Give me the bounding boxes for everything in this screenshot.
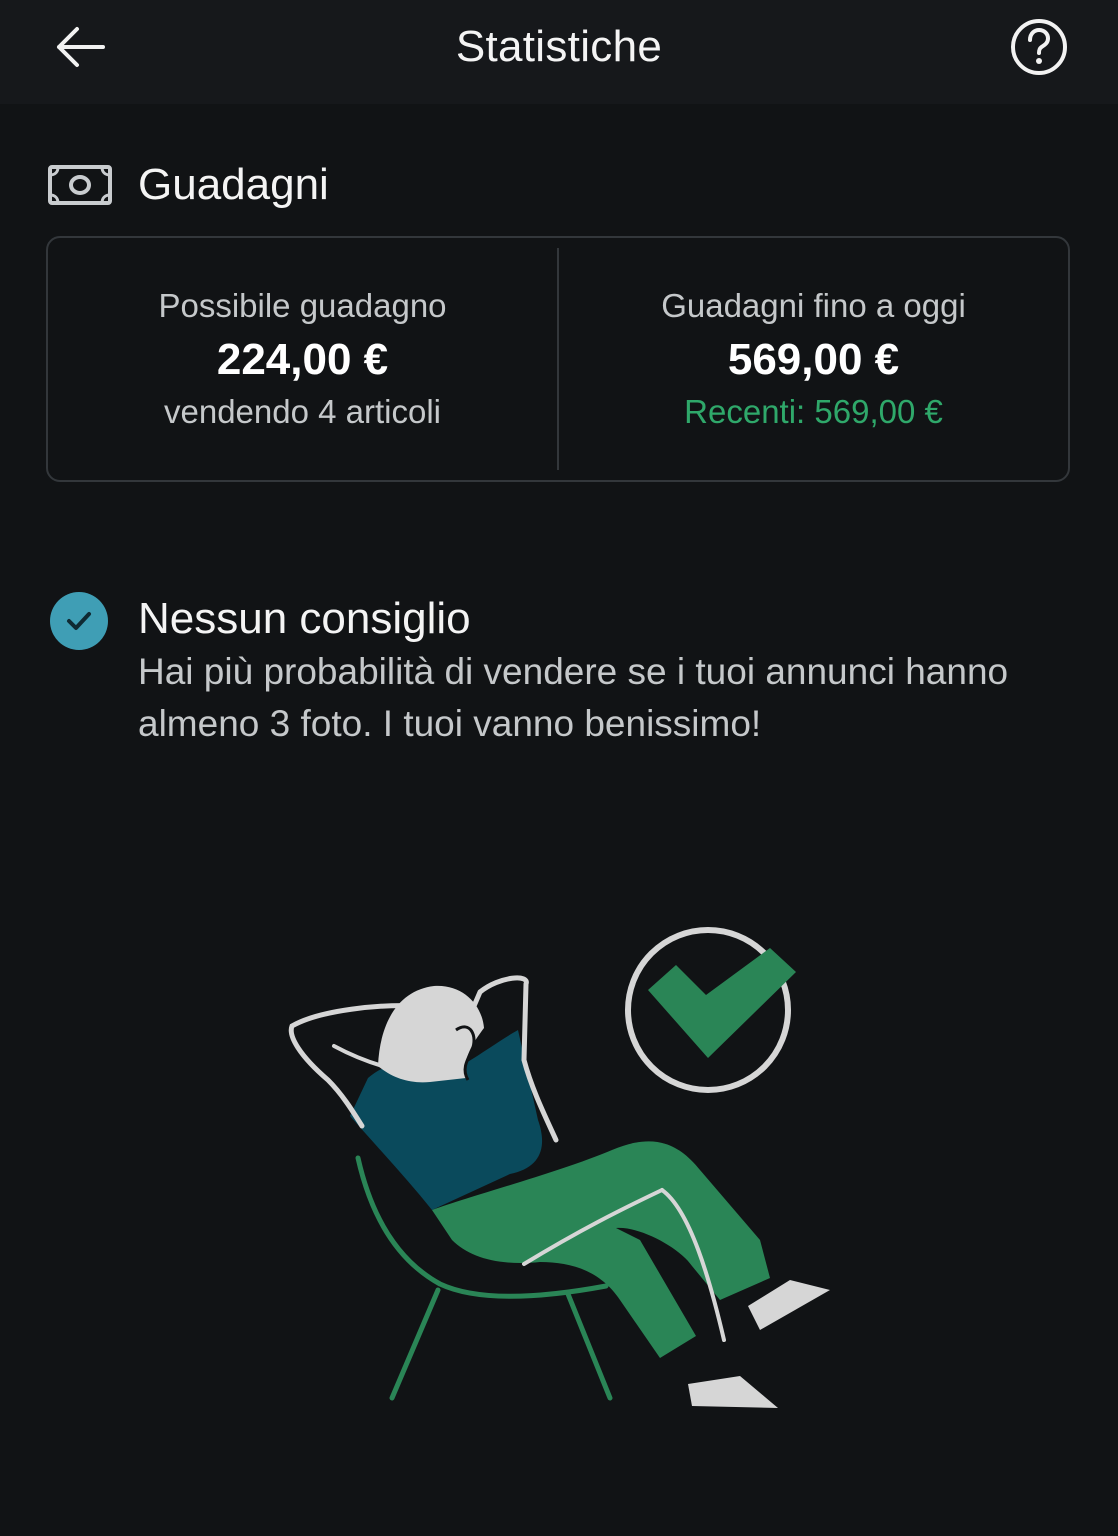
top-bar: Statistiche — [0, 0, 1118, 104]
tip-block: Nessun consiglio Hai più probabilità di … — [50, 592, 1018, 750]
earnings-to-date-value: 569,00 € — [727, 335, 900, 384]
tip-body: Hai più probabilità di vendere se i tuoi… — [138, 651, 1009, 744]
relaxing-person-illustration — [288, 927, 830, 1408]
earnings-card: Possibile guadagno 224,00 € vendendo 4 a… — [46, 236, 1070, 482]
potential-earnings-value: 224,00 € — [216, 335, 389, 384]
help-button[interactable] — [1008, 16, 1070, 78]
earnings-section-header: Guadagni — [48, 160, 329, 210]
statistics-screen: Statistiche Guadagni Possibile guadagno … — [0, 0, 1118, 1536]
banknote-icon — [48, 165, 112, 205]
earnings-to-date-label: Guadagni fino a oggi — [661, 287, 966, 324]
potential-earnings: Possibile guadagno 224,00 € vendendo 4 a… — [48, 238, 557, 480]
question-circle-icon — [1011, 19, 1067, 75]
tip-title: Nessun consiglio — [138, 594, 471, 643]
recent-earnings: Recenti: 569,00 € — [684, 393, 943, 430]
potential-earnings-label: Possibile guadagno — [158, 287, 447, 324]
section-title: Guadagni — [138, 160, 329, 209]
potential-earnings-sub: vendendo 4 articoli — [163, 393, 442, 430]
earnings-to-date: Guadagni fino a oggi 569,00 € Recenti: 5… — [559, 238, 1068, 480]
check-circle-icon — [50, 592, 108, 650]
page-title: Statistiche — [455, 22, 663, 71]
